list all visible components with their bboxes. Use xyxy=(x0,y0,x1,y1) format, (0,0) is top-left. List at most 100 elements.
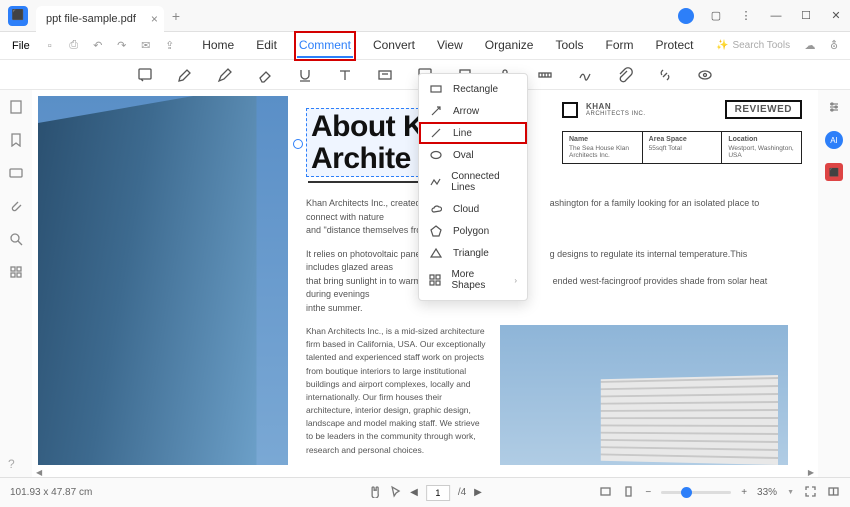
oval-icon xyxy=(429,149,443,161)
statusbar: 101.93 x 47.87 cm ◀ /4 ▶ − + 33% ▼ xyxy=(0,477,850,507)
menu-organize[interactable]: Organize xyxy=(483,34,536,58)
hand-tool-icon[interactable] xyxy=(368,485,381,501)
menu-form[interactable]: Form xyxy=(603,34,635,58)
menubar: File ▫ ⎙ ↶ ↷ ✉ ⇪ Home Edit Comment Conve… xyxy=(0,32,850,60)
zoom-slider[interactable] xyxy=(661,491,731,494)
pencil-tool-icon[interactable] xyxy=(216,66,234,84)
link-tool-icon[interactable] xyxy=(656,66,674,84)
dropdown-item-connected-lines[interactable]: Connected Lines xyxy=(419,166,527,198)
share-icon[interactable]: ⇪ xyxy=(160,39,180,52)
show-comments-icon[interactable] xyxy=(696,66,714,84)
paragraph-2: It relies on photovoltaic panels foxxxxx… xyxy=(306,248,776,316)
dropdown-item-oval[interactable]: Oval xyxy=(419,144,527,166)
dropdown-item-cloud[interactable]: Cloud xyxy=(419,198,527,220)
shapes-dropdown: Rectangle Arrow Line Oval Connected Line… xyxy=(418,73,528,301)
tab-title: ppt file-sample.pdf xyxy=(46,13,136,25)
reviewed-stamp: REVIEWED xyxy=(725,100,802,119)
close-tab-icon[interactable]: × xyxy=(151,12,158,26)
column-text: Khan Architects Inc., is a mid-sized arc… xyxy=(306,325,486,465)
triangle-icon xyxy=(429,247,443,259)
thumbnails-icon[interactable] xyxy=(9,100,23,117)
page-number-input[interactable] xyxy=(426,485,450,501)
app-icon: ⬛ xyxy=(8,6,28,26)
zoom-out-icon[interactable]: − xyxy=(645,487,651,498)
search-rail-icon[interactable] xyxy=(9,232,23,249)
dropdown-item-polygon[interactable]: Polygon xyxy=(419,220,527,242)
user-avatar[interactable] xyxy=(672,4,700,28)
menu-home[interactable]: Home xyxy=(200,34,236,58)
menu-protect[interactable]: Protect xyxy=(653,34,695,58)
single-page-icon[interactable] xyxy=(622,485,635,501)
note-tool-icon[interactable] xyxy=(136,66,154,84)
dropdown-item-arrow[interactable]: Arrow xyxy=(419,100,527,122)
logo-mark-icon xyxy=(562,102,578,118)
save-icon[interactable]: ▫ xyxy=(40,40,60,52)
app-badge-icon[interactable]: ⬛ xyxy=(825,163,843,181)
settings-icon[interactable] xyxy=(827,100,841,117)
underline-tool-icon[interactable] xyxy=(296,66,314,84)
select-tool-icon[interactable] xyxy=(389,485,402,501)
selected-title-box[interactable]: About K Archite xyxy=(306,108,429,177)
zoom-in-icon[interactable]: + xyxy=(741,487,747,498)
horizontal-scrollbar[interactable]: ◀ ▶ xyxy=(32,467,818,477)
ai-assistant-icon[interactable]: AI xyxy=(825,131,843,149)
line-icon xyxy=(429,127,443,139)
cloud-icon[interactable]: ☁ xyxy=(800,39,820,52)
minimize-button[interactable]: — xyxy=(762,4,790,28)
file-menu[interactable]: File xyxy=(6,40,36,52)
kebab-menu-icon[interactable]: ⋮ xyxy=(732,4,760,28)
menu-comment[interactable]: Comment xyxy=(297,34,353,58)
menu-view[interactable]: View xyxy=(435,34,465,58)
zoom-dropdown-icon[interactable]: ▼ xyxy=(787,489,794,496)
doc-title-line1: About K xyxy=(311,111,424,143)
chevron-right-icon: › xyxy=(514,276,517,285)
attachment-tool-icon[interactable] xyxy=(616,66,634,84)
zoom-thumb[interactable] xyxy=(681,487,692,498)
wand-icon: ✨ xyxy=(716,40,728,51)
print-icon[interactable]: ⎙ xyxy=(64,39,84,52)
connected-lines-icon xyxy=(429,176,441,188)
undo-icon[interactable]: ↶ xyxy=(88,39,108,52)
prev-page-icon[interactable]: ◀ xyxy=(410,487,418,498)
highlight-tool-icon[interactable] xyxy=(176,66,194,84)
hero-image xyxy=(38,96,288,465)
next-page-icon[interactable]: ▶ xyxy=(474,487,482,498)
dropdown-item-more-shapes[interactable]: More Shapes› xyxy=(419,264,527,296)
dropdown-item-rectangle[interactable]: Rectangle xyxy=(419,78,527,100)
cursor-position: 101.93 x 47.87 cm xyxy=(10,487,92,498)
fit-width-icon[interactable] xyxy=(599,485,612,501)
read-mode-icon[interactable] xyxy=(827,485,840,501)
maximize-button[interactable]: ☐ xyxy=(792,4,820,28)
search-tools-input[interactable]: ✨ Search Tools xyxy=(716,40,796,51)
signature-tool-icon[interactable] xyxy=(576,66,594,84)
page-total: /4 xyxy=(458,487,466,498)
search-placeholder: Search Tools xyxy=(732,40,790,51)
bookmarks-icon[interactable] xyxy=(9,133,23,150)
document-tab[interactable]: ppt file-sample.pdf × xyxy=(36,6,164,32)
dropdown-item-line[interactable]: Line xyxy=(419,122,527,144)
redo-icon[interactable]: ↷ xyxy=(112,39,132,52)
eraser-tool-icon[interactable] xyxy=(256,66,274,84)
textbox-tool-icon[interactable] xyxy=(376,66,394,84)
scroll-left-icon[interactable]: ◀ xyxy=(32,468,46,477)
expand-icon[interactable]: ⛢ xyxy=(824,39,844,52)
dropdown-item-triangle[interactable]: Triangle xyxy=(419,242,527,264)
right-sidebar: AI ⬛ xyxy=(818,90,850,477)
zoom-level: 33% xyxy=(757,487,777,498)
measure-tool-icon[interactable] xyxy=(536,66,554,84)
left-sidebar xyxy=(0,90,32,477)
fullscreen-icon[interactable] xyxy=(804,485,817,501)
close-window-button[interactable]: ✕ xyxy=(822,4,850,28)
help-icon[interactable]: ? xyxy=(8,457,15,471)
add-tab-button[interactable]: + xyxy=(172,8,180,24)
text-tool-icon[interactable] xyxy=(336,66,354,84)
scroll-right-icon[interactable]: ▶ xyxy=(804,468,818,477)
menu-tools[interactable]: Tools xyxy=(553,34,585,58)
mail-icon[interactable]: ✉ xyxy=(136,39,156,52)
attachments-rail-icon[interactable] xyxy=(9,199,23,216)
window-panel-icon[interactable]: ▢ xyxy=(702,4,730,28)
layers-icon[interactable] xyxy=(9,265,23,282)
menu-convert[interactable]: Convert xyxy=(371,34,417,58)
annotations-icon[interactable] xyxy=(9,166,23,183)
menu-edit[interactable]: Edit xyxy=(254,34,279,58)
